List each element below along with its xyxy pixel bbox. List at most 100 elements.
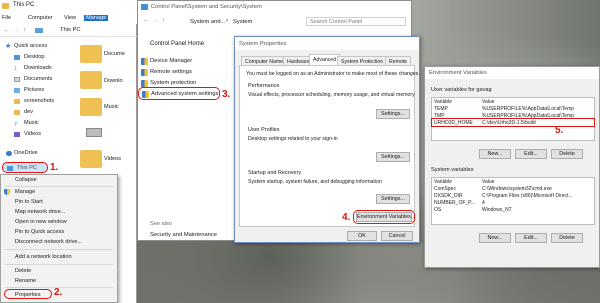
table-row[interactable]: OS Windows_NT — [432, 206, 594, 213]
startup-settings-button[interactable]: Settings... — [376, 194, 410, 204]
menu-item-pin-quick-access[interactable]: Pin to Quick access — [1, 227, 117, 237]
link-security-maintenance[interactable]: Security and Maintenance — [150, 232, 217, 238]
var-value: %USERPROFILE%\AppData\Local\Temp — [482, 105, 574, 112]
var-name: OS — [434, 206, 442, 213]
admin-note: You must be logged on as an Administrato… — [246, 71, 420, 77]
menu-item-collapse[interactable]: Collapse — [1, 175, 117, 185]
nav-downloads[interactable]: ↓ Downloads — [0, 63, 55, 74]
link-remote-settings[interactable]: Remote settings — [138, 68, 248, 77]
link-label: Advanced system settings — [151, 91, 219, 97]
col-header-value[interactable]: Value — [480, 178, 594, 185]
table-row[interactable]: ComSpec C:\Windows\system32\cmd.exe — [432, 185, 594, 192]
up-arrow-icon[interactable]: ↑ — [23, 27, 27, 34]
table-row[interactable]: DXSDK_DIR C:\Program Files (x86)\Microsof… — [432, 192, 594, 199]
col-header-variable[interactable]: Variable — [432, 178, 480, 185]
control-panel-home-link[interactable]: Control Panel Home — [150, 41, 204, 47]
cp-window-title: Control Panel\System and Security\System — [151, 4, 262, 10]
menu-item-pin-start[interactable]: Pin to Start — [1, 197, 117, 207]
nav-onedrive[interactable]: OneDrive — [0, 148, 55, 159]
breadcrumb-item[interactable]: System and... — [190, 19, 225, 25]
forward-arrow-icon[interactable]: → — [13, 27, 20, 34]
menu-item-open-new-window[interactable]: Open in new window — [1, 217, 117, 227]
environment-variables-button[interactable]: Environment Variables... — [356, 212, 415, 222]
search-input[interactable]: Search Control Panel — [306, 17, 406, 26]
link-label: System protection — [150, 80, 197, 86]
menu-item-properties[interactable]: Properties — [4, 289, 52, 299]
system-new-button[interactable]: New... — [479, 233, 511, 243]
table-row[interactable]: URHO3D_HOME C:\dev\Urho3D-1.5\build — [431, 118, 595, 127]
tab-computer[interactable]: Computer — [28, 15, 53, 21]
folder-icon — [2, 3, 9, 9]
step-2-annotation: 2. — [54, 287, 63, 298]
tile-label: Videos — [104, 156, 122, 162]
menu-item-delete[interactable]: Delete — [1, 266, 117, 276]
user-new-button[interactable]: New... — [479, 149, 511, 159]
nav-videos[interactable]: Videos — [0, 129, 55, 140]
tab-view[interactable]: View — [64, 15, 76, 21]
user-profiles-settings-button[interactable]: Settings... — [376, 152, 410, 162]
computer-icon — [7, 166, 13, 171]
cp-titlebar: Control Panel\System and Security\System — [138, 1, 411, 13]
cancel-button[interactable]: Cancel — [381, 231, 413, 241]
col-header-variable[interactable]: Variable — [432, 98, 480, 105]
dialog-title: System Properties — [239, 41, 287, 47]
nav-pictures[interactable]: Pictures — [0, 85, 55, 96]
ribbon: File Computer View Manage — [0, 12, 137, 24]
link-device-manager[interactable]: Device Manager — [138, 57, 248, 66]
user-profiles-desc: Desktop settings related to your sign-in — [248, 136, 338, 142]
nav-this-pc[interactable]: This PC — [2, 162, 48, 173]
folder-icon — [14, 99, 20, 104]
folder-icon[interactable] — [80, 71, 102, 89]
address-bar[interactable]: ← → ↑ This PC — [0, 24, 137, 37]
table-row[interactable]: TEMP %USERPROFILE%\AppData\Local\Temp — [432, 105, 594, 112]
breadcrumb-item[interactable]: System — [233, 19, 252, 25]
video-folder-icon[interactable] — [80, 150, 102, 168]
system-edit-button[interactable]: Edit... — [515, 233, 547, 243]
tab-file[interactable]: File — [2, 15, 11, 21]
nav-quick-access[interactable]: ★ Quick access — [0, 41, 55, 52]
up-arrow-icon[interactable]: ↑ — [162, 17, 166, 24]
music-folder-icon[interactable] — [80, 98, 102, 116]
drive-icon[interactable] — [86, 128, 102, 137]
back-arrow-icon[interactable]: ← — [142, 17, 149, 24]
tab-panel: You must be logged on as an Administrato… — [239, 65, 420, 227]
nav-dev[interactable]: dev — [0, 107, 55, 118]
nav-desktop[interactable]: Desktop — [0, 52, 55, 63]
see-also-heading: See also — [150, 221, 172, 227]
menu-separator — [5, 249, 113, 250]
menu-item-disconnect-drive[interactable]: Disconnect network drive... — [1, 237, 117, 247]
user-delete-button[interactable]: Delete — [551, 149, 583, 159]
nav-music[interactable]: ♪ Music — [0, 118, 55, 129]
nav-screenshots[interactable]: screenshots — [0, 96, 55, 107]
folder-icon[interactable] — [80, 45, 102, 63]
user-variables-heading: User variables for gavag — [431, 87, 492, 93]
back-arrow-icon[interactable]: ← — [3, 27, 10, 34]
document-icon — [14, 77, 20, 82]
menu-item-add-network-location[interactable]: Add a network location — [1, 252, 117, 262]
menu-item-label: Manage — [15, 189, 36, 195]
menu-item-map-drive[interactable]: Map network drive... — [1, 207, 117, 217]
nav-label: screenshots — [24, 98, 55, 104]
system-delete-button[interactable]: Delete — [551, 233, 583, 243]
var-value: Windows_NT — [482, 206, 512, 213]
table-row[interactable]: TMP %USERPROFILE%\AppData\Local\Temp — [432, 112, 594, 119]
menu-item-rename[interactable]: Rename — [1, 276, 117, 286]
control-panel-icon — [141, 4, 148, 10]
link-advanced-system-settings[interactable]: Advanced system settings — [138, 87, 220, 100]
nav-label: Documents — [24, 76, 53, 82]
menu-item-manage[interactable]: Manage — [1, 187, 117, 197]
performance-settings-button[interactable]: Settings... — [376, 109, 410, 119]
music-icon: ♪ — [14, 120, 18, 127]
col-header-value[interactable]: Value — [480, 98, 594, 105]
tab-manage[interactable]: Manage — [84, 15, 109, 21]
nav-label: Pictures — [24, 87, 45, 93]
ok-button[interactable]: OK — [347, 231, 377, 241]
nav-documents[interactable]: Documents — [0, 74, 55, 85]
cp-address-bar[interactable]: ← → ↑ System and... › System Search Cont… — [138, 14, 411, 28]
dialog-titlebar: Environment Variables — [425, 67, 599, 79]
link-label: Device Manager — [150, 58, 193, 64]
download-icon: ↓ — [14, 65, 18, 72]
table-row[interactable]: NUMBER_OF_P... 4 — [432, 199, 594, 206]
user-edit-button[interactable]: Edit... — [515, 149, 547, 159]
forward-arrow-icon[interactable]: → — [152, 17, 159, 24]
